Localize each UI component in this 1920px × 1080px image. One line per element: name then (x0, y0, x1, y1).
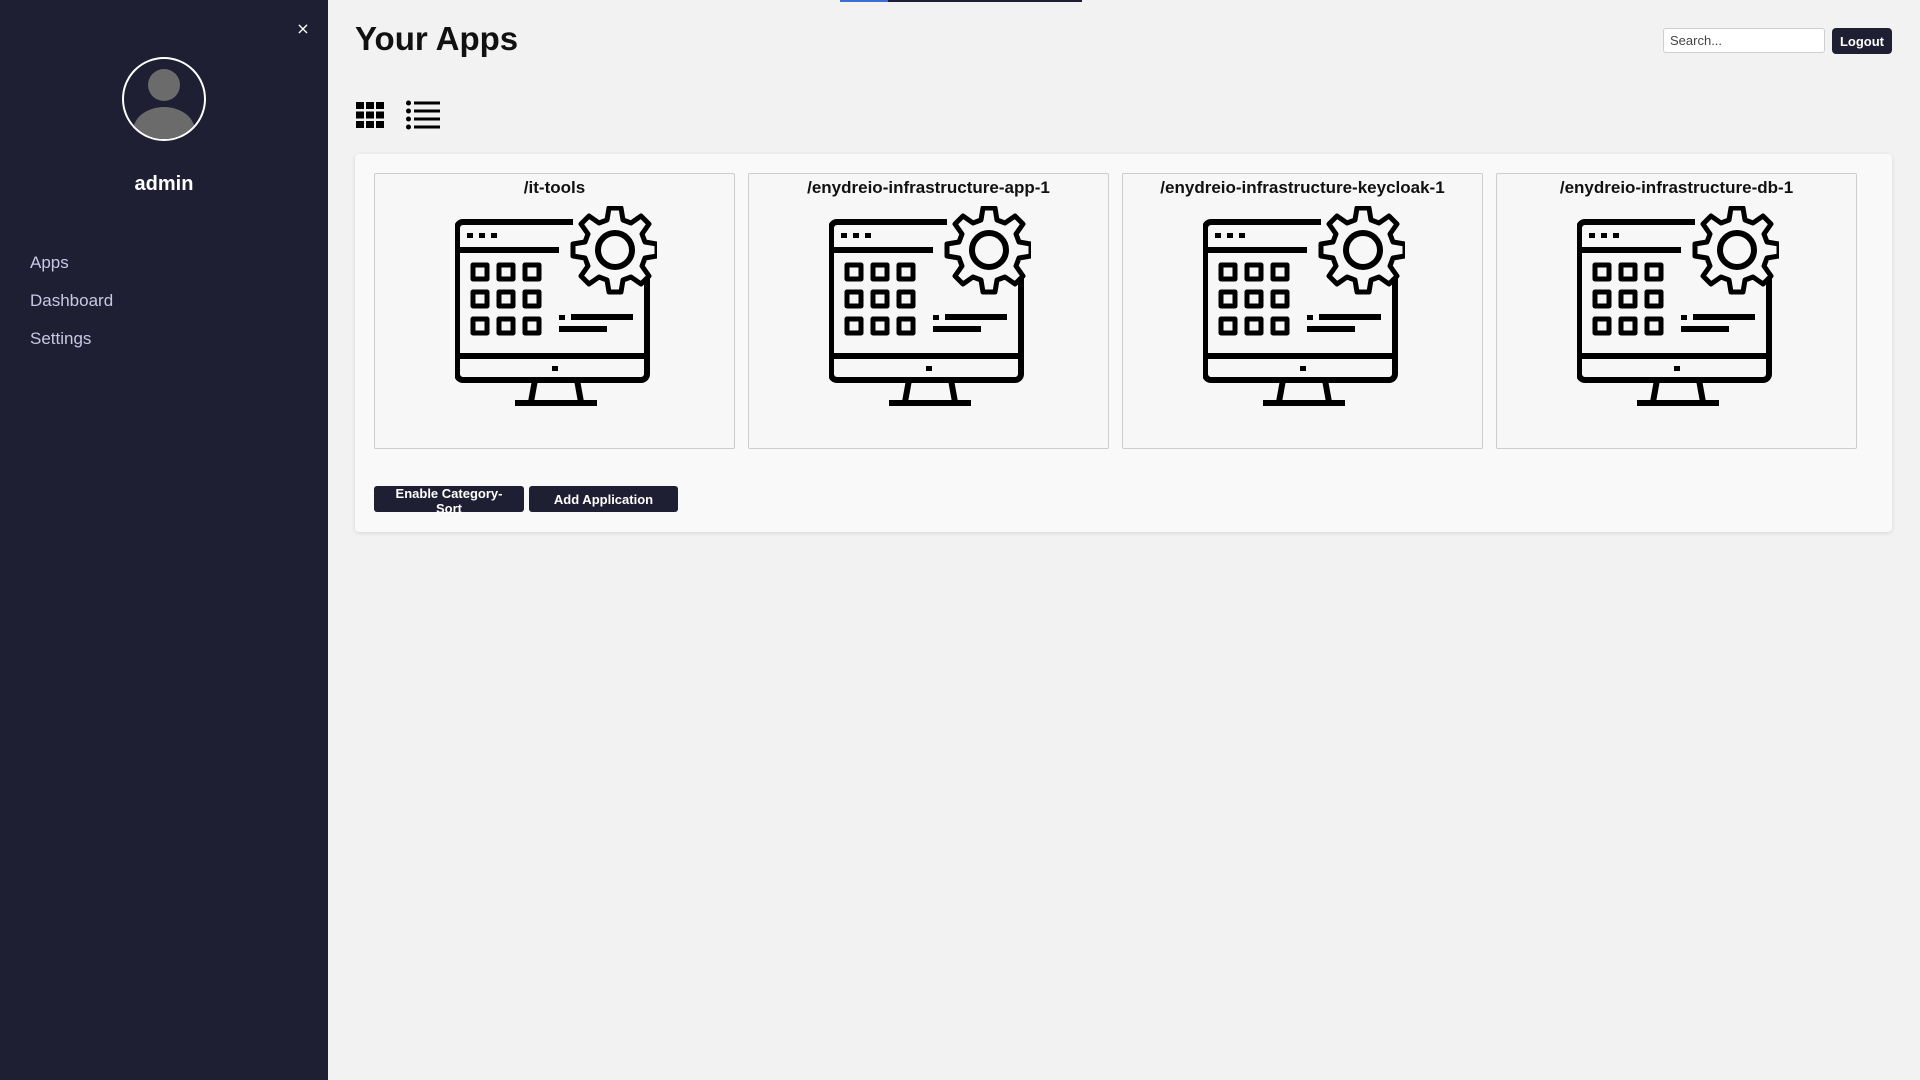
close-sidebar-button[interactable]: × (296, 18, 310, 40)
sidebar: × admin Apps Dashboard Settings (0, 0, 328, 1080)
apps-actions: Enable Category-Sort Add Application (374, 486, 678, 516)
app-settings-monitor-icon (1576, 205, 1782, 406)
enable-category-sort-button[interactable]: Enable Category-Sort (374, 486, 524, 516)
app-card[interactable]: /enydreio-infrastructure-keycloak-1 (1122, 173, 1483, 449)
add-application-button[interactable]: Add Application (529, 486, 678, 512)
top-progress-line (840, 0, 1082, 2)
app-settings-monitor-icon (828, 205, 1034, 406)
app-settings-monitor-icon (1202, 205, 1408, 406)
app-settings-monitor-icon (454, 205, 660, 406)
app-card-title: /it-tools (523, 178, 586, 197)
apps-panel: /it-tools /enydreio-infrastructure-app-1… (355, 154, 1892, 532)
app-card[interactable]: /it-tools (374, 173, 735, 449)
list-view-icon[interactable] (406, 100, 440, 130)
app-card[interactable]: /enydreio-infrastructure-app-1 (748, 173, 1109, 449)
app-card-title: /enydreio-infrastructure-db-1 (1559, 178, 1794, 197)
user-avatar-icon (122, 57, 206, 141)
top-progress-accent (840, 0, 888, 2)
search-input[interactable] (1663, 28, 1825, 53)
sidebar-item-settings[interactable]: Settings (30, 326, 113, 364)
apps-grid: /it-tools /enydreio-infrastructure-app-1… (374, 173, 1857, 449)
app-card-title: /enydreio-infrastructure-keycloak-1 (1160, 178, 1445, 197)
view-toggle (356, 100, 440, 130)
sidebar-item-dashboard[interactable]: Dashboard (30, 288, 113, 326)
sidebar-nav: Apps Dashboard Settings (30, 250, 113, 364)
page-title: Your Apps (355, 20, 519, 57)
sidebar-item-apps[interactable]: Apps (30, 250, 113, 288)
logout-button[interactable]: Logout (1832, 28, 1892, 54)
grid-view-icon[interactable] (356, 102, 384, 128)
app-card-title: /enydreio-infrastructure-app-1 (807, 178, 1050, 197)
app-card[interactable]: /enydreio-infrastructure-db-1 (1496, 173, 1857, 449)
username: admin (134, 173, 194, 195)
